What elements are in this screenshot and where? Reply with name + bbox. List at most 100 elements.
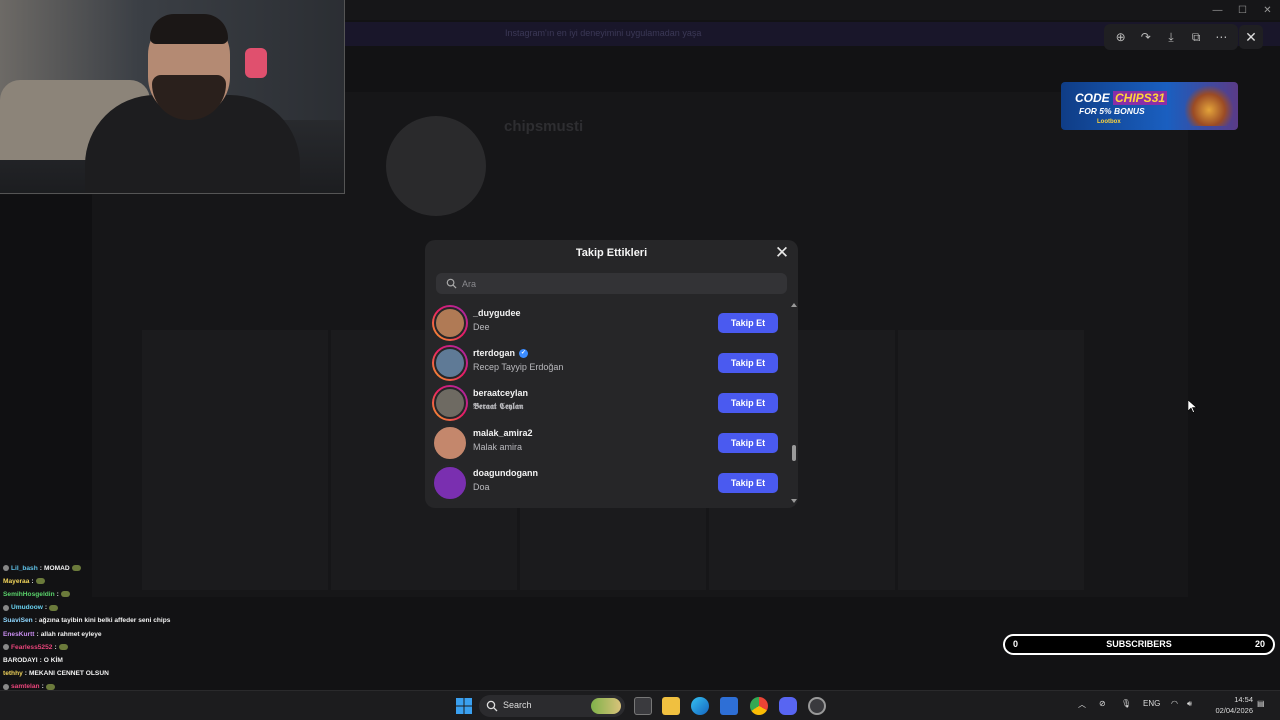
- more-icon[interactable]: ⋯: [1212, 28, 1230, 46]
- maximize-icon[interactable]: ☐: [1230, 0, 1255, 20]
- search-input[interactable]: [462, 276, 772, 291]
- username[interactable]: rterdogan ✓: [473, 348, 529, 358]
- task-view-icon[interactable]: [634, 697, 652, 715]
- chat-username[interactable]: EnesKurtt: [3, 631, 35, 638]
- clock-date: 02/04/2026: [1215, 706, 1253, 715]
- search-icon: [486, 700, 498, 712]
- system-clock[interactable]: 14:54 02/04/2026: [1207, 694, 1253, 716]
- wifi-icon[interactable]: ◠: [1171, 699, 1178, 708]
- chat-message: EnesKurtt: allah rahmet eyleye: [3, 628, 102, 640]
- list-item[interactable]: doagundogann Doa Takip Et: [425, 463, 789, 503]
- microphone-icon[interactable]: 🎙︎: [1121, 699, 1131, 708]
- chat-separator: :: [24, 670, 27, 678]
- notification-icon[interactable]: ▤: [1257, 699, 1265, 708]
- file-explorer-icon[interactable]: [662, 697, 680, 715]
- chat-emote-icon: [60, 591, 70, 598]
- full-name: Doa: [473, 482, 490, 492]
- chat-username[interactable]: Umudoow: [11, 604, 43, 611]
- avatar[interactable]: [432, 465, 468, 501]
- ad-code-prefix: CODE: [1075, 91, 1110, 105]
- download-icon[interactable]: ⤓: [1162, 28, 1180, 46]
- avatar[interactable]: [432, 425, 468, 461]
- windows-start-icon[interactable]: [455, 697, 473, 715]
- image-toolbar: ⊕ ↷ ⤓ ⧉ ⋯: [1104, 24, 1238, 50]
- list-item[interactable]: rterdogan ✓ Recep Tayyip Erdoğan Takip Et: [425, 343, 789, 383]
- search-field: [436, 273, 787, 294]
- chat-message: Umudoow:: [3, 602, 59, 614]
- username[interactable]: malak_amira2: [473, 428, 533, 438]
- chat-message: SemihHosgeldin:: [3, 588, 70, 600]
- chat-username[interactable]: Lil_bash: [11, 565, 38, 572]
- screen: Instagram'ın en iyi deneyimini uygulamad…: [0, 0, 1280, 720]
- list-item[interactable]: _duygudee Dee Takip Et: [425, 303, 789, 343]
- open-external-icon[interactable]: ⧉: [1187, 28, 1205, 46]
- chat-separator: :: [56, 590, 59, 598]
- input-language[interactable]: ENG: [1143, 699, 1160, 708]
- volume-icon[interactable]: 🔊︎: [1187, 699, 1192, 709]
- profile-username: chipsmusti: [504, 118, 584, 135]
- username[interactable]: beraatceylan: [473, 388, 528, 398]
- close-icon[interactable]: ✕: [773, 244, 791, 262]
- avatar[interactable]: [432, 305, 468, 341]
- follow-button[interactable]: Takip Et: [718, 393, 778, 413]
- windows-taskbar: Search ︿ ⊘ 🎙︎ ENG ◠ 🔊︎ 14:54 02/04/2026 …: [0, 690, 1280, 720]
- chat-separator: :: [34, 617, 37, 625]
- username[interactable]: _duygudee: [473, 308, 521, 318]
- chat-message: SuaviSen: ağzına tayibin kini belki affed…: [3, 615, 170, 627]
- edge-browser-icon[interactable]: [691, 697, 709, 715]
- chrome-browser-icon[interactable]: [750, 697, 768, 715]
- chat-username[interactable]: BARODAYI: [3, 657, 38, 664]
- avatar-image: [434, 307, 466, 339]
- app-icon[interactable]: [808, 697, 826, 715]
- avatar[interactable]: [432, 345, 468, 381]
- follow-button[interactable]: Takip Et: [718, 313, 778, 333]
- scroll-up-arrow-icon[interactable]: [791, 303, 797, 307]
- avatar[interactable]: [432, 385, 468, 421]
- username[interactable]: doagundogann: [473, 468, 538, 478]
- chat-separator: :: [44, 604, 48, 612]
- chat-separator: :: [36, 630, 39, 638]
- search-highlight-icon: [591, 698, 621, 714]
- zoom-in-icon[interactable]: ⊕: [1112, 28, 1130, 46]
- chat-text: MEKANI CENNET OLSUN: [28, 670, 109, 678]
- chat-username[interactable]: Mayeraa: [3, 578, 29, 585]
- window-close-icon[interactable]: ✕: [1255, 0, 1280, 20]
- clock-time: 14:54: [1234, 695, 1253, 704]
- list-item[interactable]: beraatceylan 𝕭𝖊𝖗𝖆𝖆𝖙 𝕮𝖊𝖞𝖑𝖆𝖓 Takip Et: [425, 383, 789, 423]
- search-icon: [446, 278, 457, 289]
- follow-button[interactable]: Takip Et: [718, 353, 778, 373]
- scrollbar-thumb[interactable]: [792, 445, 796, 461]
- scrollbar[interactable]: [789, 303, 798, 508]
- minimize-icon[interactable]: —: [1205, 0, 1230, 20]
- chat-badge-icon: [3, 683, 9, 690]
- chat-message: BARODAYI: O KİM: [3, 654, 63, 666]
- verified-badge-icon: ✓: [519, 348, 529, 358]
- scroll-down-arrow-icon[interactable]: [791, 499, 797, 503]
- list-item[interactable]: malak_amira2 Malak amira Takip Et: [425, 423, 789, 463]
- ad-headline: CODE CHIPS31: [1075, 91, 1168, 105]
- subscriber-goal-label: SUBSCRIBERS: [1106, 639, 1172, 649]
- taskbar-search[interactable]: Search: [479, 695, 625, 717]
- follow-button[interactable]: Takip Et: [718, 433, 778, 453]
- microsoft-store-icon[interactable]: [720, 697, 738, 715]
- ad-bonus: FOR 5% BONUS: [1079, 106, 1145, 116]
- ad-brand: Lootbox: [1097, 119, 1121, 125]
- chat-username[interactable]: Fearless5252: [11, 644, 52, 651]
- show-hidden-icons-icon[interactable]: ︿: [1078, 699, 1086, 710]
- ad-code: CHIPS31: [1113, 91, 1168, 105]
- follow-button[interactable]: Takip Et: [718, 473, 778, 493]
- chat-username[interactable]: SemihHosgeldin: [3, 591, 55, 598]
- chat-username[interactable]: SuaviSen: [3, 617, 33, 624]
- chat-badge-icon: [3, 565, 9, 571]
- lightbox-close-icon[interactable]: ✕: [1239, 25, 1263, 49]
- discord-icon[interactable]: [779, 697, 797, 715]
- full-name: Malak amira: [473, 442, 523, 452]
- chat-emote-icon: [45, 683, 55, 690]
- network-off-icon[interactable]: ⊘: [1099, 699, 1106, 708]
- background-sidebar: [0, 195, 92, 560]
- webcam-frame: [0, 0, 345, 194]
- full-name: Dee: [473, 322, 490, 332]
- share-icon[interactable]: ↷: [1137, 28, 1155, 46]
- chat-username[interactable]: tethhy: [3, 670, 23, 677]
- profile-avatar: [386, 116, 486, 216]
